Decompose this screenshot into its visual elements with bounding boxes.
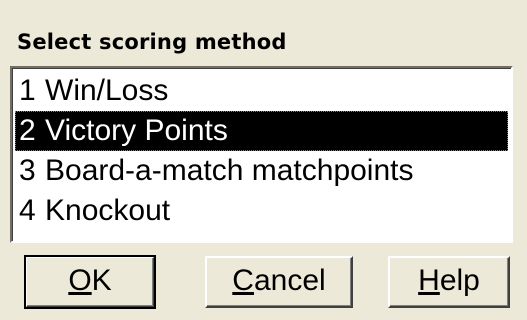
scoring-method-dialog: Select scoring method 1 Win/Loss 2 Victory… [0,0,527,320]
cancel-accelerator: C [232,264,254,297]
ok-label-rest: K [91,264,112,297]
scoring-method-listbox[interactable]: 1 Win/Loss 2 Victory Points 3 Board-a-match… [10,66,513,243]
list-item-win-loss[interactable]: 1 Win/Loss [15,71,508,111]
list-item-knockout[interactable]: 4 Knockout [15,191,508,231]
ok-button-label: OK [68,264,111,297]
list-item-label: Knockout [45,194,171,227]
list-item-number: 4 [19,194,36,227]
list-item-number: 2 [19,114,36,147]
help-label-rest: elp [439,264,480,297]
cancel-button[interactable]: Cancel [205,256,353,308]
ok-accelerator: O [68,264,92,297]
list-item-victory-points[interactable]: 2 Victory Points [15,111,508,151]
help-button[interactable]: Help [388,256,510,308]
help-accelerator: H [418,264,440,297]
help-button-label: Help [418,264,480,297]
list-item-label: Victory Points [45,114,228,147]
dialog-title: Select scoring method [17,30,287,54]
list-item-label: Board-a-match matchpoints [45,154,414,187]
list-item-number: 3 [19,154,36,187]
list-item-number: 1 [19,74,36,107]
list-item-label: Win/Loss [45,74,169,107]
ok-button[interactable]: OK [24,255,156,309]
cancel-button-label: Cancel [232,264,325,297]
list-item-board-a-match[interactable]: 3 Board-a-match matchpoints [15,151,508,191]
cancel-label-rest: ancel [253,264,326,297]
